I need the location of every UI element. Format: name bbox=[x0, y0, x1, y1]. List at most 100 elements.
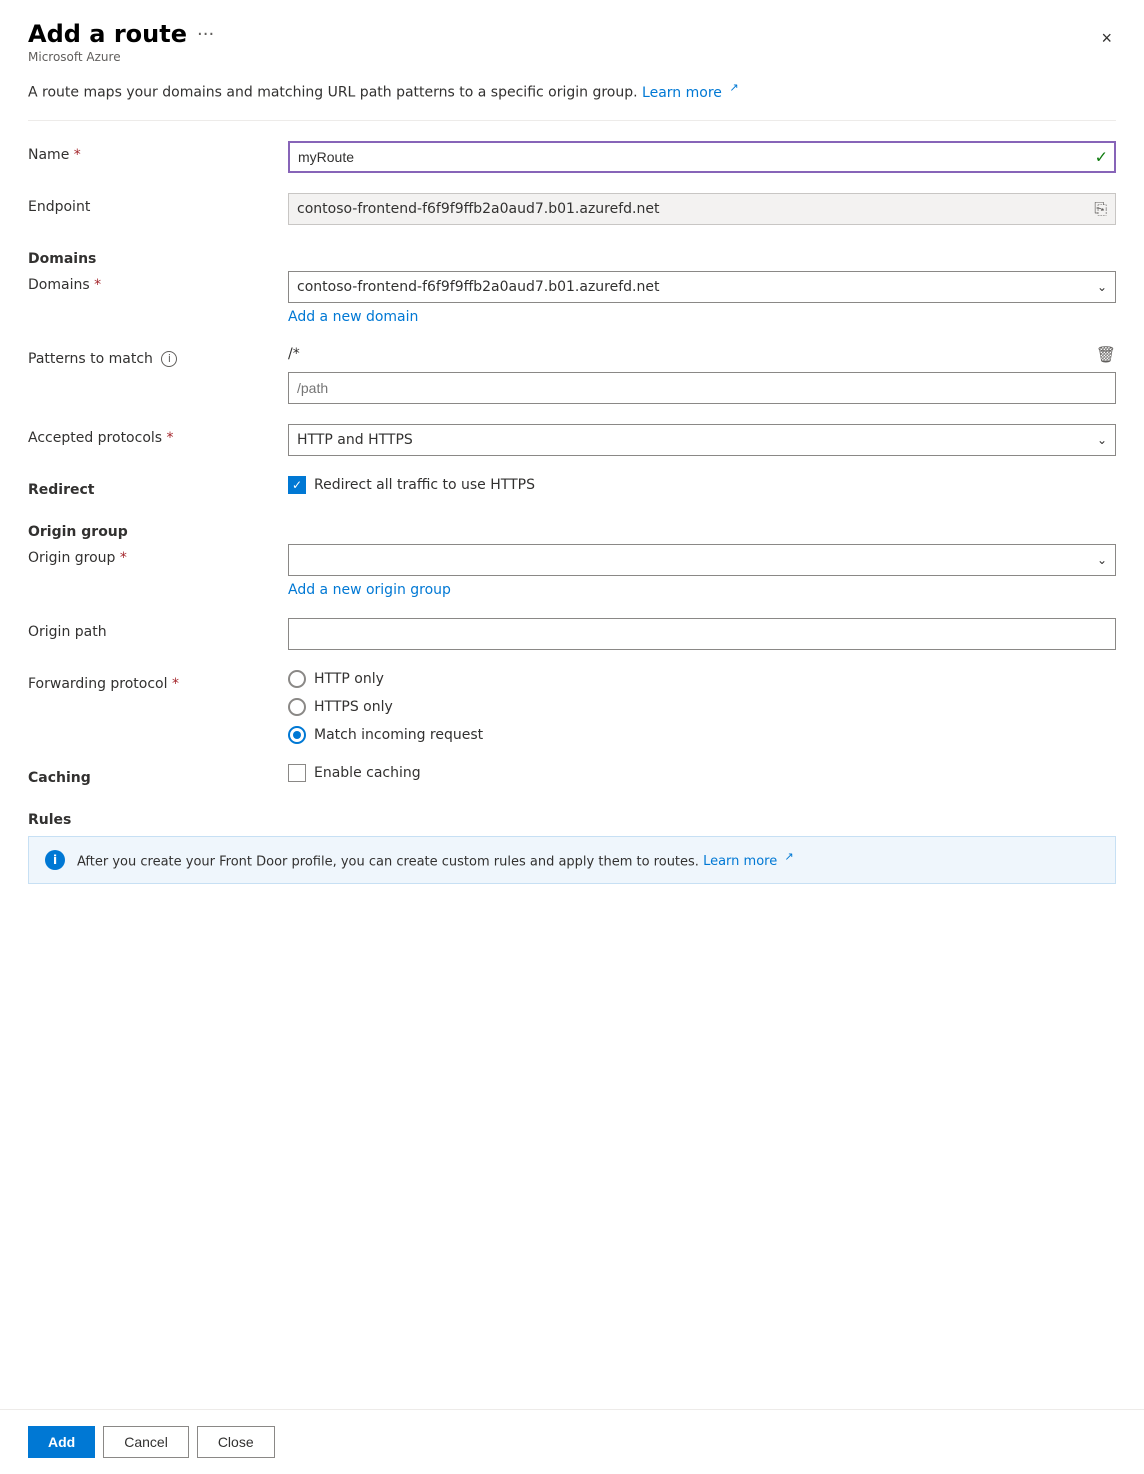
match-incoming-label: Match incoming request bbox=[314, 727, 483, 743]
origin-group-row: Origin group * ⌄ Add a new origin group bbox=[28, 544, 1116, 598]
forwarding-row: Forwarding protocol * HTTP only HTTPS on… bbox=[28, 670, 1116, 744]
endpoint-row: Endpoint contoso-frontend-f6f9f9ffb2a0au… bbox=[28, 193, 1116, 225]
domains-value: contoso-frontend-f6f9f9ffb2a0aud7.b01.az… bbox=[297, 279, 1083, 295]
origin-group-required: * bbox=[120, 550, 127, 566]
origin-group-chevron-icon: ⌄ bbox=[1097, 553, 1107, 567]
https-only-radio[interactable] bbox=[288, 698, 306, 716]
protocols-row: Accepted protocols * HTTP and HTTPS ⌄ bbox=[28, 424, 1116, 456]
forwarding-label: Forwarding protocol * bbox=[28, 670, 288, 692]
domains-row: Domains * contoso-frontend-f6f9f9ffb2a0a… bbox=[28, 271, 1116, 325]
domains-control: contoso-frontend-f6f9f9ffb2a0aud7.b01.az… bbox=[288, 271, 1116, 325]
pattern-value: /* bbox=[288, 346, 1088, 362]
name-row: Name * ✓ bbox=[28, 141, 1116, 173]
match-incoming-radio[interactable] bbox=[288, 726, 306, 744]
delete-pattern-icon[interactable]: 🗑 bbox=[1096, 345, 1116, 364]
domains-chevron-icon: ⌄ bbox=[1097, 280, 1107, 294]
add-route-panel: Add a route ··· Microsoft Azure × A rout… bbox=[0, 0, 1144, 1474]
copy-icon[interactable]: ⎘ bbox=[1094, 199, 1107, 219]
http-only-label: HTTP only bbox=[314, 671, 384, 687]
patterns-row: Patterns to match i /* 🗑 bbox=[28, 345, 1116, 404]
info-banner-learn-more-link[interactable]: Learn more ↗ bbox=[703, 854, 794, 869]
caching-label: Caching bbox=[28, 764, 288, 786]
redirect-checkbox[interactable] bbox=[288, 476, 306, 494]
origin-path-control bbox=[288, 618, 1116, 650]
domains-section-heading: Domains bbox=[28, 245, 288, 267]
title-block: Add a route ··· Microsoft Azure bbox=[28, 20, 214, 64]
protocols-dropdown[interactable]: HTTP and HTTPS ⌄ bbox=[288, 424, 1116, 456]
info-banner-text: After you create your Front Door profile… bbox=[77, 849, 794, 872]
forwarding-required: * bbox=[172, 676, 179, 692]
https-only-label: HTTPS only bbox=[314, 699, 393, 715]
rules-section-heading: Rules bbox=[28, 806, 288, 828]
info-external-link-icon: ↗ bbox=[784, 850, 793, 863]
domains-section-row: Domains bbox=[28, 245, 1116, 267]
origin-group-label: Origin group * bbox=[28, 544, 288, 566]
match-incoming-radio-row[interactable]: Match incoming request bbox=[288, 726, 1116, 744]
info-banner: i After you create your Front Door profi… bbox=[28, 836, 1116, 885]
http-only-radio-row[interactable]: HTTP only bbox=[288, 670, 1116, 688]
origin-path-label: Origin path bbox=[28, 618, 288, 640]
protocols-label: Accepted protocols * bbox=[28, 424, 288, 446]
redirect-control: Redirect all traffic to use HTTPS bbox=[288, 476, 1116, 494]
origin-section-row: Origin group bbox=[28, 518, 1116, 540]
patterns-control: /* 🗑 bbox=[288, 345, 1116, 404]
name-required: * bbox=[74, 147, 81, 163]
caching-row: Caching Enable caching bbox=[28, 764, 1116, 786]
endpoint-value: contoso-frontend-f6f9f9ffb2a0aud7.b01.az… bbox=[297, 201, 1079, 217]
domains-required: * bbox=[94, 277, 101, 293]
panel-menu-icon[interactable]: ··· bbox=[197, 24, 214, 45]
name-label: Name * bbox=[28, 141, 288, 163]
learn-more-link[interactable]: Learn more ↗ bbox=[642, 85, 739, 101]
protocols-value: HTTP and HTTPS bbox=[297, 432, 1083, 448]
caching-checkbox-label: Enable caching bbox=[314, 765, 421, 781]
patterns-info-icon[interactable]: i bbox=[161, 351, 177, 367]
pattern-item: /* 🗑 bbox=[288, 345, 1116, 364]
caching-checkbox-row: Enable caching bbox=[288, 764, 1116, 782]
pattern-input[interactable] bbox=[288, 372, 1116, 404]
origin-section-heading: Origin group bbox=[28, 518, 288, 540]
domains-label: Domains * bbox=[28, 271, 288, 293]
panel-header: Add a route ··· Microsoft Azure × bbox=[0, 0, 1144, 72]
origin-group-control: ⌄ Add a new origin group bbox=[288, 544, 1116, 598]
title-text: Add a route bbox=[28, 20, 187, 48]
name-control: ✓ bbox=[288, 141, 1116, 173]
redirect-checkbox-label: Redirect all traffic to use HTTPS bbox=[314, 477, 535, 493]
cancel-button[interactable]: Cancel bbox=[103, 1426, 189, 1458]
info-banner-icon: i bbox=[45, 850, 65, 870]
patterns-label: Patterns to match i bbox=[28, 345, 288, 367]
forwarding-control: HTTP only HTTPS only Match incoming requ… bbox=[288, 670, 1116, 744]
panel-subtitle: Microsoft Azure bbox=[28, 50, 214, 64]
name-input[interactable] bbox=[288, 141, 1116, 173]
external-link-icon: ↗ bbox=[729, 81, 738, 94]
forwarding-radio-group: HTTP only HTTPS only Match incoming requ… bbox=[288, 670, 1116, 744]
panel-title: Add a route ··· bbox=[28, 20, 214, 48]
add-origin-group-link[interactable]: Add a new origin group bbox=[288, 582, 451, 598]
origin-path-row: Origin path bbox=[28, 618, 1116, 650]
footer: Add Cancel Close bbox=[0, 1409, 1144, 1474]
name-valid-icon: ✓ bbox=[1095, 147, 1108, 166]
domains-dropdown[interactable]: contoso-frontend-f6f9f9ffb2a0aud7.b01.az… bbox=[288, 271, 1116, 303]
origin-path-input[interactable] bbox=[288, 618, 1116, 650]
caching-control: Enable caching bbox=[288, 764, 1116, 782]
http-only-radio[interactable] bbox=[288, 670, 306, 688]
protocols-required: * bbox=[167, 430, 174, 446]
redirect-checkbox-row: Redirect all traffic to use HTTPS bbox=[288, 476, 1116, 494]
protocols-chevron-icon: ⌄ bbox=[1097, 433, 1107, 447]
endpoint-control: contoso-frontend-f6f9f9ffb2a0aud7.b01.az… bbox=[288, 193, 1116, 225]
add-domain-link[interactable]: Add a new domain bbox=[288, 309, 418, 325]
redirect-label: Redirect bbox=[28, 476, 288, 498]
name-input-wrapper: ✓ bbox=[288, 141, 1116, 173]
endpoint-input: contoso-frontend-f6f9f9ffb2a0aud7.b01.az… bbox=[288, 193, 1116, 225]
form-content: Name * ✓ Endpoint contoso-frontend-f6f9f… bbox=[0, 121, 1144, 1409]
https-only-radio-row[interactable]: HTTPS only bbox=[288, 698, 1116, 716]
add-button[interactable]: Add bbox=[28, 1426, 95, 1458]
origin-group-dropdown[interactable]: ⌄ bbox=[288, 544, 1116, 576]
caching-checkbox[interactable] bbox=[288, 764, 306, 782]
close-icon-button[interactable]: × bbox=[1097, 24, 1116, 53]
rules-section-row: Rules bbox=[28, 806, 1116, 828]
redirect-row: Redirect Redirect all traffic to use HTT… bbox=[28, 476, 1116, 498]
close-button[interactable]: Close bbox=[197, 1426, 275, 1458]
endpoint-label: Endpoint bbox=[28, 193, 288, 215]
panel-description: A route maps your domains and matching U… bbox=[0, 72, 1144, 120]
protocols-control: HTTP and HTTPS ⌄ bbox=[288, 424, 1116, 456]
